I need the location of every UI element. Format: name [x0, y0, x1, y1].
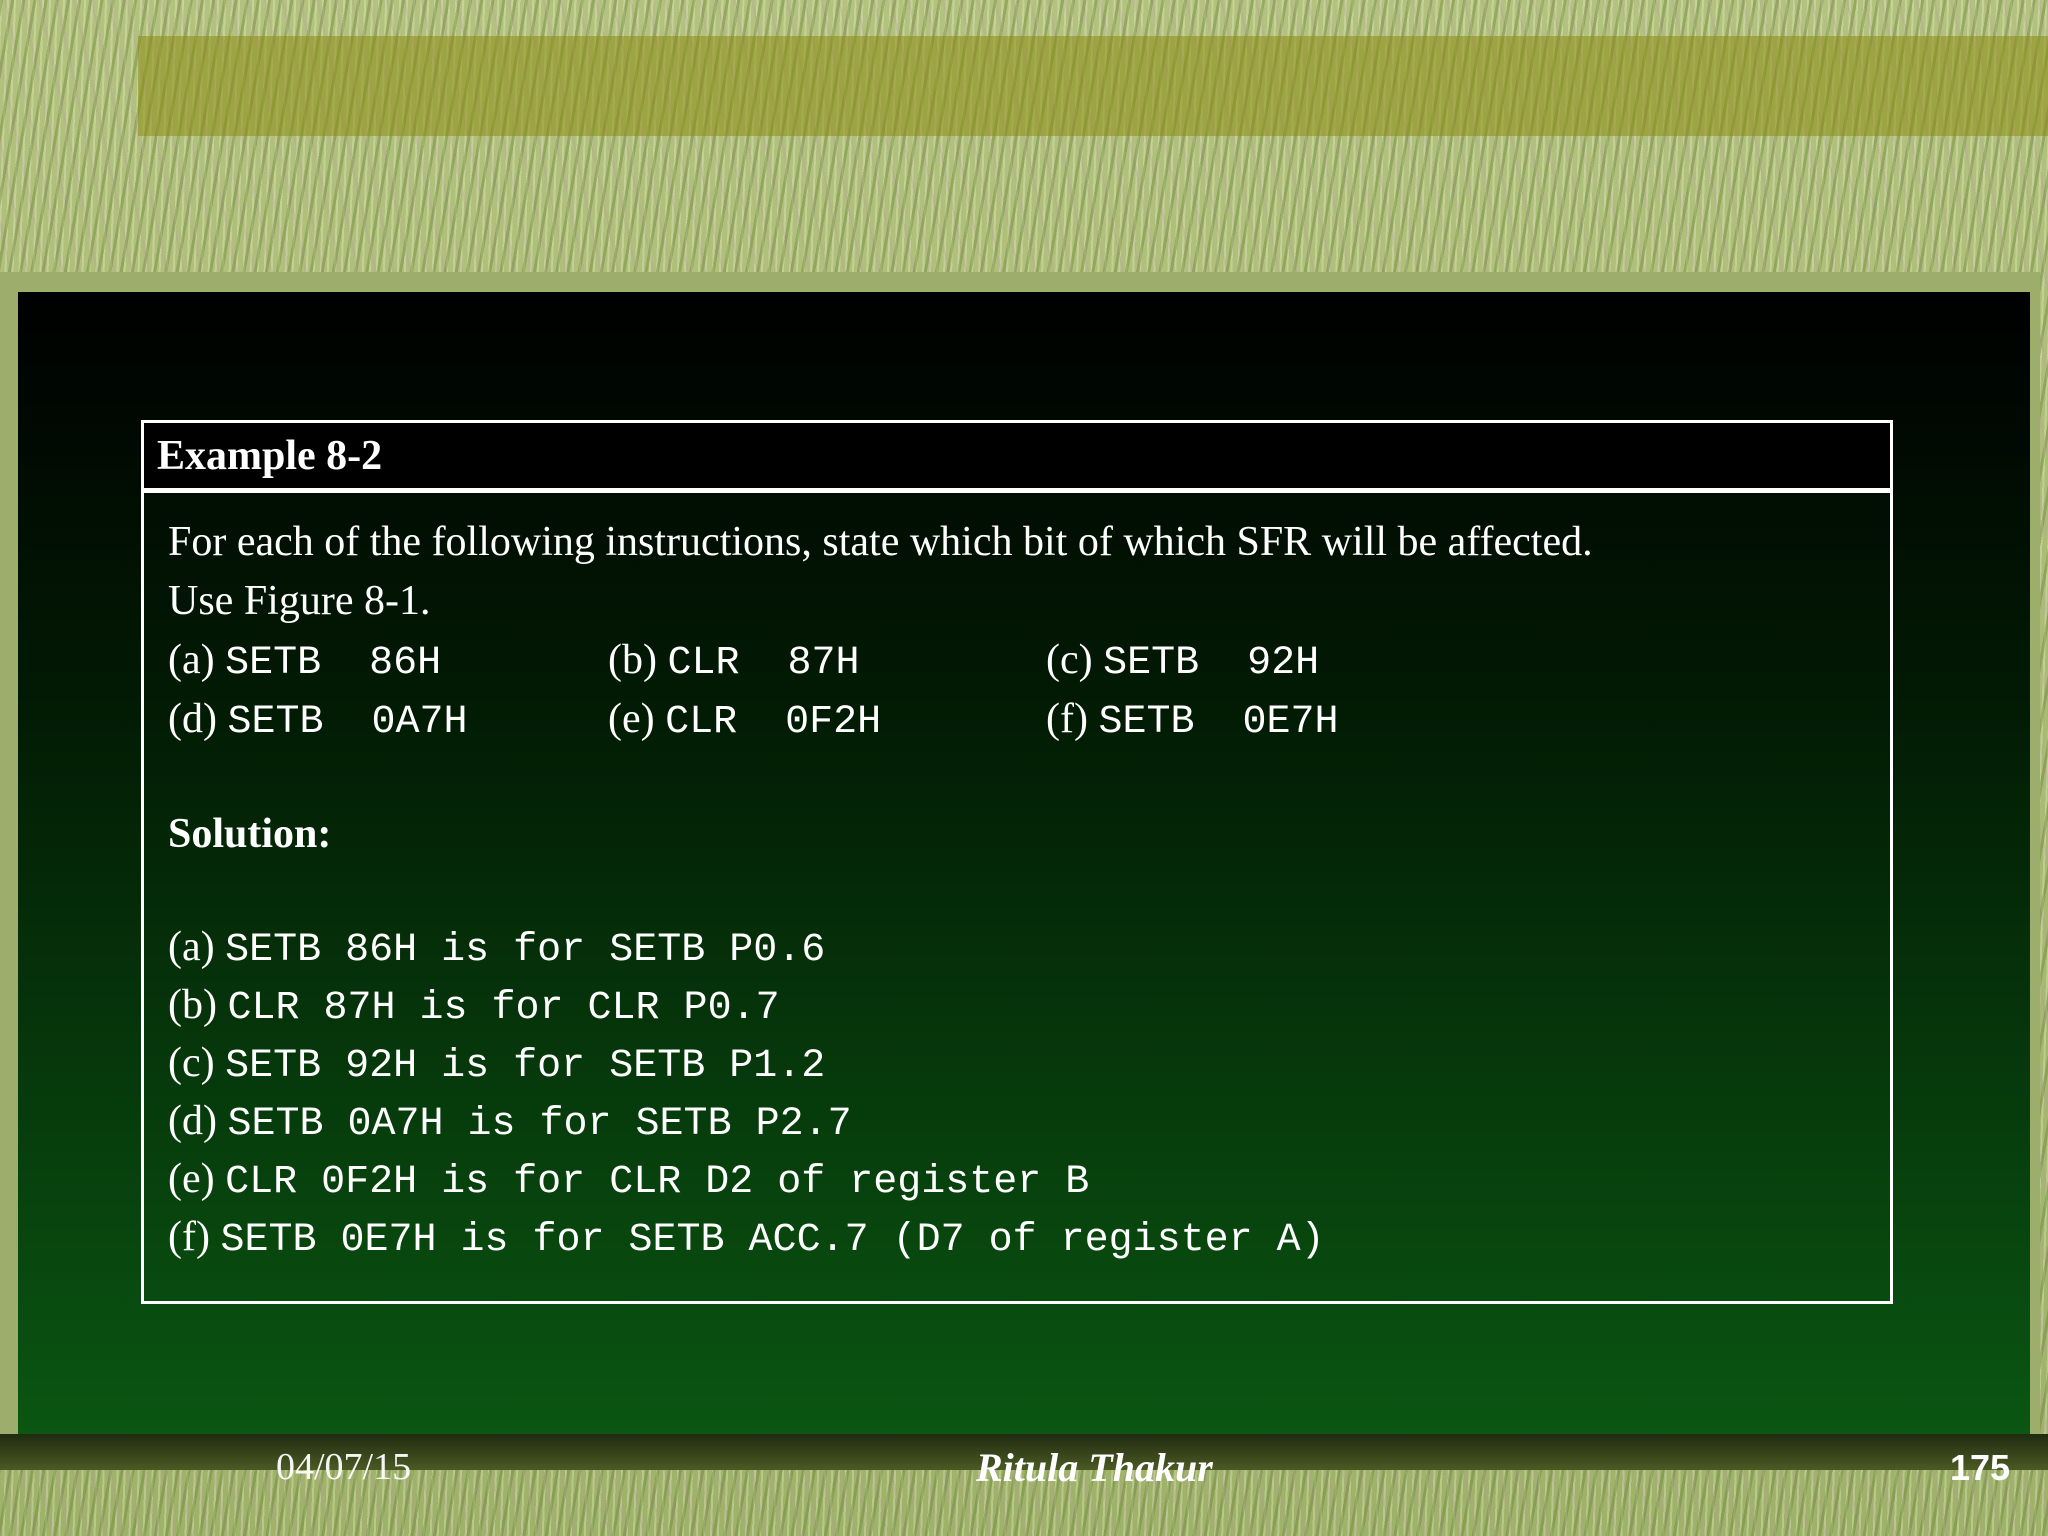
answer-c: (c) SETB 92H is for SETB P1.2	[168, 1040, 826, 1089]
instruction-c: (c) SETB 92H	[1046, 637, 1320, 686]
footer-date: 04/07/15	[276, 1446, 412, 1488]
answer-f: (f) SETB 0E7H is for SETB ACC.7 (D7 of r…	[168, 1214, 1325, 1263]
answer-d: (d) SETB 0A7H is for SETB P2.7	[168, 1098, 852, 1147]
answer-a: (a) SETB 86H is for SETB P0.6	[168, 924, 826, 973]
instruction-a: (a) SETB 86H	[168, 637, 442, 686]
instruction-d: (d) SETB 0A7H	[168, 696, 468, 745]
title-band	[138, 36, 2048, 136]
solution-answers: (a) SETB 86H is for SETB P0.6 (b) CLR 87…	[168, 918, 1325, 1266]
instruction-e: (e) CLR 0F2H	[608, 696, 882, 745]
problem-line-2: Use Figure 8-1.	[168, 578, 431, 624]
instruction-b: (b) CLR 87H	[608, 637, 860, 686]
instruction-grid: (a) SETB 86H (b) CLR 87H (c) SETB 92H (d…	[168, 631, 1868, 749]
footer-author: Ritula Thakur	[976, 1445, 1213, 1490]
problem-line-1: For each of the following instructions, …	[168, 519, 1593, 565]
example-title: Example 8-2	[157, 433, 383, 479]
example-box: Example 8-2 For each of the following in…	[141, 420, 1893, 1304]
problem-statement: For each of the following instructions, …	[168, 513, 1868, 749]
answer-e: (e) CLR 0F2H is for CLR D2 of register B	[168, 1156, 1090, 1205]
instruction-f: (f) SETB 0E7H	[1046, 696, 1339, 745]
solution-title: Solution:	[168, 811, 332, 857]
footer-page-number: 175	[1950, 1447, 2011, 1488]
example-header: Example 8-2	[144, 423, 1890, 493]
answer-b: (b) CLR 87H is for CLR P0.7	[168, 982, 780, 1031]
